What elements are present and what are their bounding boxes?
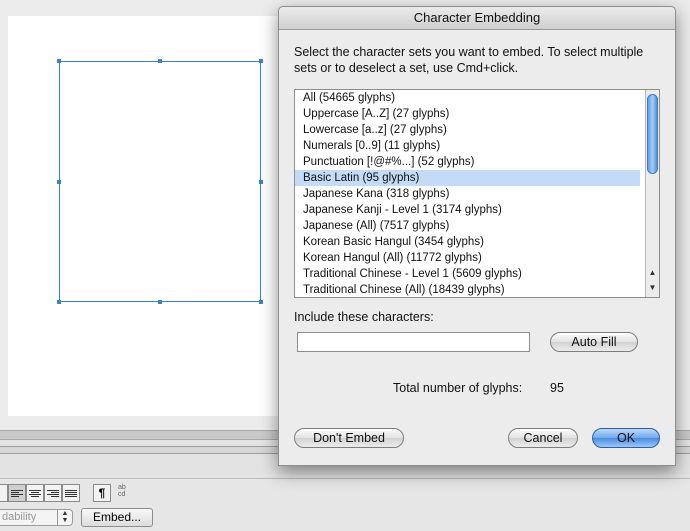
resize-handle-bl[interactable]	[57, 300, 61, 304]
character-set-item[interactable]: Japanese Kanji - Level 1 (3174 glyphs)	[295, 202, 640, 218]
include-characters-label: Include these characters:	[294, 310, 434, 324]
character-set-item[interactable]: Traditional Chinese (All) (18439 glyphs)	[295, 282, 640, 297]
resize-handle-tl[interactable]	[57, 59, 61, 63]
text-align-group	[0, 484, 80, 502]
align-partial-icon[interactable]	[0, 484, 8, 502]
dialog-title: Character Embedding	[279, 7, 675, 30]
character-set-item[interactable]: Uppercase [A..Z] (27 glyphs)	[295, 106, 640, 122]
cancel-button[interactable]: Cancel	[508, 428, 578, 448]
scroll-thumb[interactable]	[647, 94, 658, 174]
character-set-item[interactable]: Japanese (All) (7517 glyphs)	[295, 218, 640, 234]
resize-handle-ml[interactable]	[57, 180, 61, 184]
scroll-down-icon[interactable]: ▼	[646, 281, 659, 294]
resize-handle-tm[interactable]	[158, 59, 162, 63]
paragraph-icon[interactable]: ¶	[93, 484, 111, 502]
dialog-instructions: Select the character sets you want to em…	[294, 45, 644, 75]
character-set-item[interactable]: Japanese Kana (318 glyphs)	[295, 186, 640, 202]
total-glyphs-value: 95	[550, 381, 564, 395]
character-set-list[interactable]: All (54665 glyphs) Uppercase [A..Z] (27 g…	[294, 89, 660, 298]
readability-select[interactable]: dability ▲ ▼	[0, 509, 73, 526]
align-justify-icon[interactable]	[62, 484, 80, 502]
character-set-item[interactable]: Lowercase [a..z] (27 glyphs)	[295, 122, 640, 138]
character-set-item[interactable]: Punctuation [!@#%...] (52 glyphs)	[295, 154, 640, 170]
auto-fill-button[interactable]: Auto Fill	[550, 332, 638, 352]
list-scrollbar[interactable]: ▲ ▼	[645, 90, 659, 297]
total-glyphs-label: Total number of glyphs:	[393, 381, 523, 395]
character-set-item[interactable]: Traditional Chinese - Level 1 (5609 glyp…	[295, 266, 640, 282]
ok-button[interactable]: OK	[592, 428, 660, 448]
character-set-item[interactable]: Numerals [0..9] (11 glyphs)	[295, 138, 640, 154]
align-center-icon[interactable]	[26, 484, 44, 502]
align-left-icon[interactable]	[8, 484, 26, 502]
include-characters-input[interactable]	[297, 332, 530, 352]
resize-handle-mr[interactable]	[259, 180, 263, 184]
character-set-item[interactable]: Korean Basic Hangul (3454 glyphs)	[295, 234, 640, 250]
scroll-up-icon[interactable]: ▲	[646, 266, 659, 279]
embed-button[interactable]: Embed...	[81, 508, 153, 527]
readability-select-value: dability	[2, 511, 37, 523]
align-right-icon[interactable]	[44, 484, 62, 502]
text-orientation-icon[interactable]: ab cd	[118, 484, 134, 500]
select-arrows-icon: ▲ ▼	[57, 510, 72, 525]
resize-handle-tr[interactable]	[259, 59, 263, 63]
character-set-item[interactable]: All (54665 glyphs)	[295, 90, 640, 106]
dont-embed-button[interactable]: Don't Embed	[294, 428, 404, 448]
resize-handle-bm[interactable]	[158, 300, 162, 304]
character-set-item[interactable]: Korean Hangul (All) (11772 glyphs)	[295, 250, 640, 266]
character-set-items: All (54665 glyphs) Uppercase [A..Z] (27 g…	[295, 90, 659, 297]
resize-handle-br[interactable]	[259, 300, 263, 304]
text-frame[interactable]	[57, 59, 263, 304]
character-set-item[interactable]: Basic Latin (95 glyphs)	[295, 170, 640, 186]
character-embedding-dialog: Character Embedding Select the character…	[278, 6, 676, 466]
